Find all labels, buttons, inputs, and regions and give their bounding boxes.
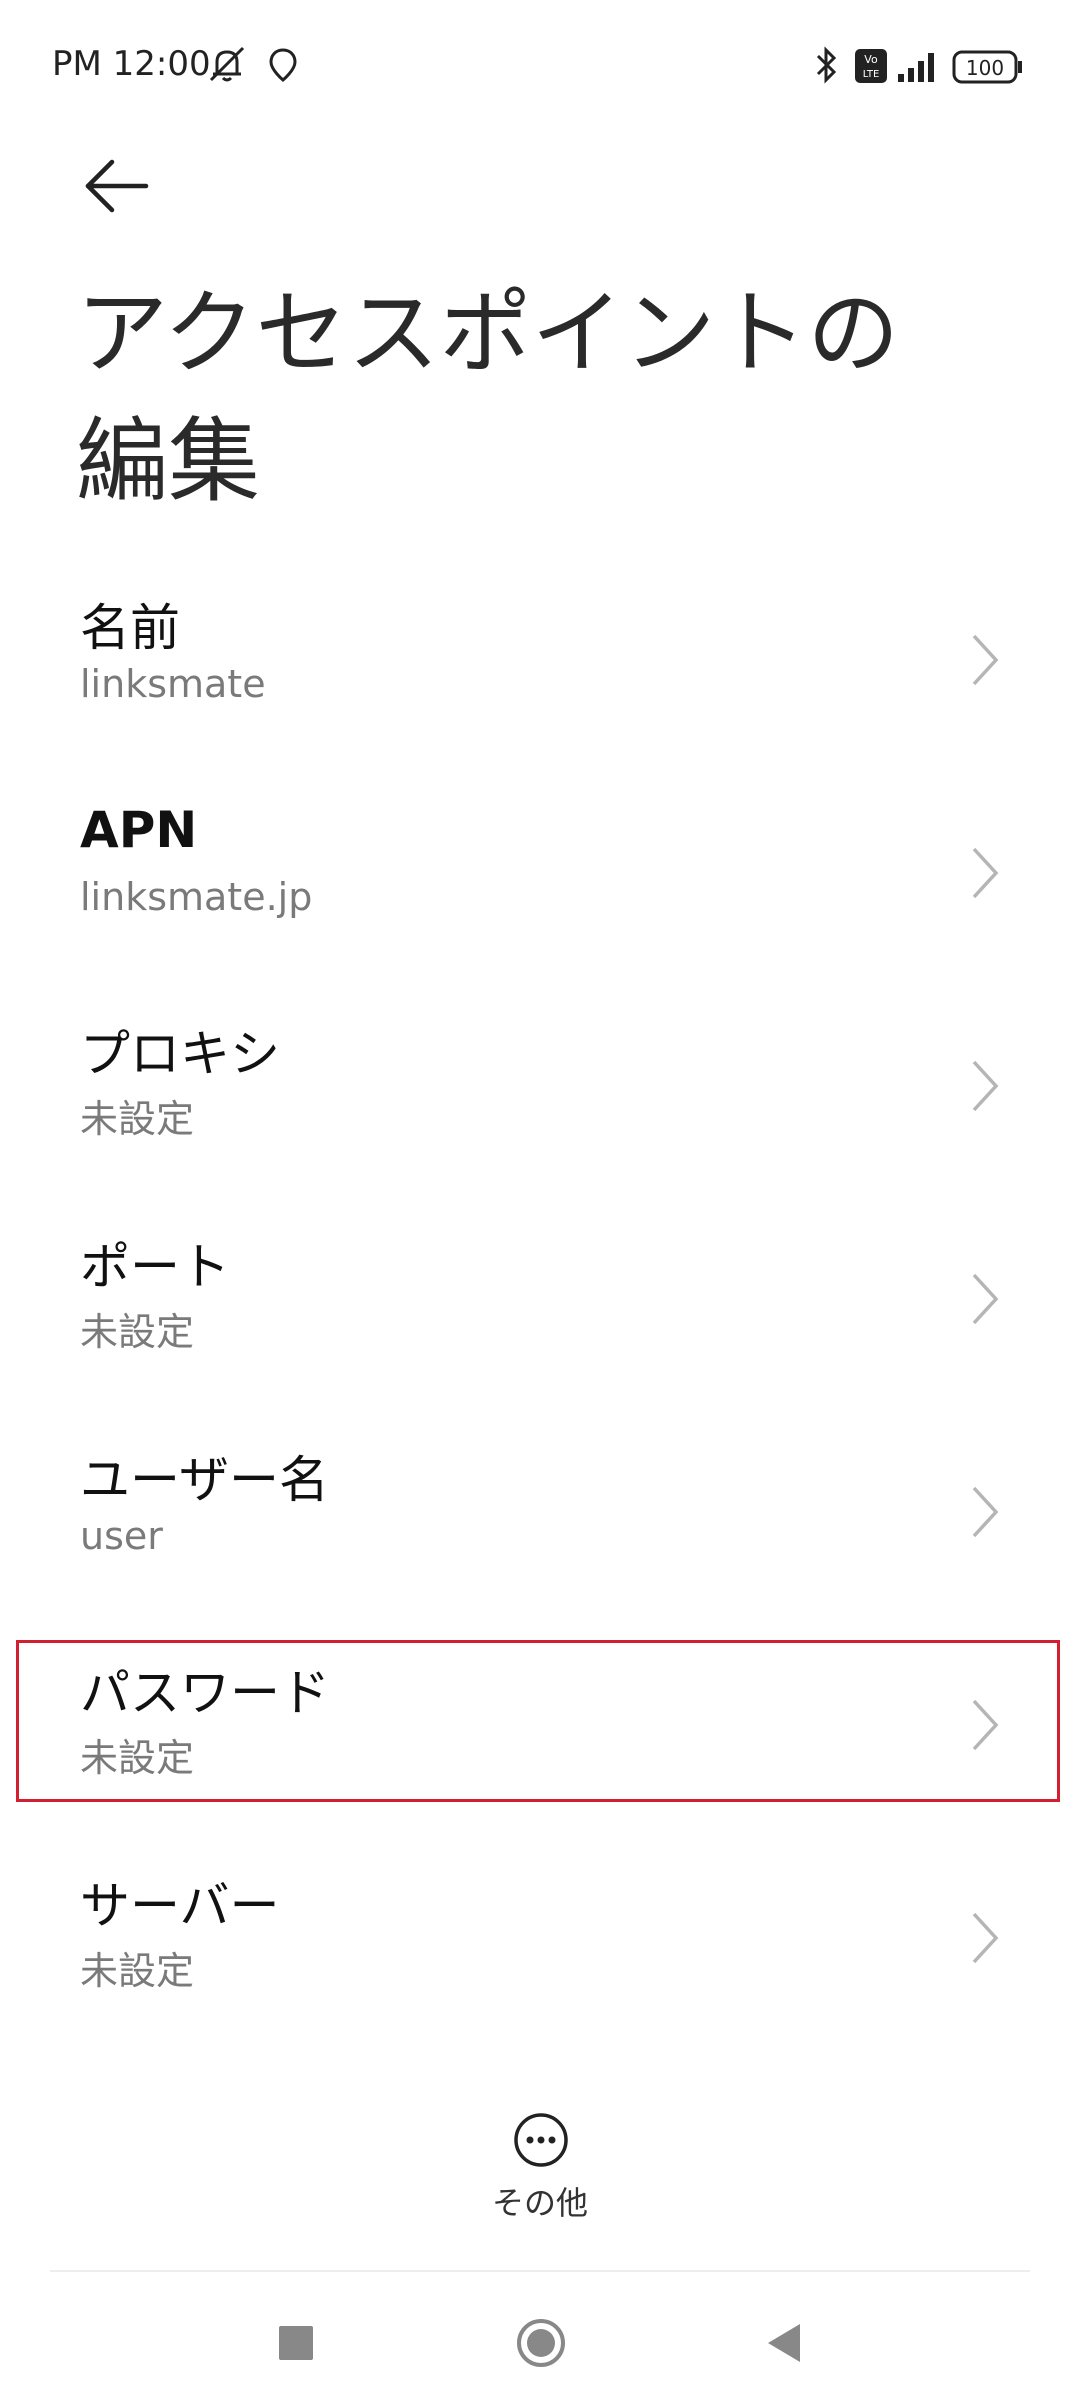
setting-value: user xyxy=(80,1514,163,1558)
volte-top-text: Vo xyxy=(864,53,878,66)
setting-value: linksmate.jp xyxy=(80,875,313,919)
setting-port[interactable]: ポート 未設定 xyxy=(0,1199,1080,1411)
setting-server[interactable]: サーバー 未設定 xyxy=(0,1838,1080,2050)
setting-label: サーバー xyxy=(80,1877,280,1935)
signal-icon xyxy=(898,53,934,82)
more-label: その他 xyxy=(491,2184,588,2222)
location-icon xyxy=(269,48,297,82)
setting-value: 未設定 xyxy=(80,1097,195,1141)
chevron-right-icon xyxy=(972,634,999,686)
battery-level: 100 xyxy=(966,56,1004,80)
volte-icon: Vo LTE xyxy=(855,49,887,83)
setting-name[interactable]: 名前 linksmate xyxy=(0,560,1080,772)
setting-value: 未設定 xyxy=(80,1310,195,1354)
setting-label: ユーザー名 xyxy=(80,1451,329,1509)
home-icon[interactable] xyxy=(516,2318,566,2368)
volte-bottom-text: LTE xyxy=(863,69,880,80)
status-bar: PM 12:00 Vo LTE 100 xyxy=(0,0,1080,130)
setting-value: linksmate xyxy=(80,662,266,706)
setting-apn[interactable]: APN linksmate.jp xyxy=(0,773,1080,985)
chevron-right-icon xyxy=(972,1273,999,1325)
more-icon xyxy=(514,2113,568,2167)
password-highlight-box xyxy=(16,1640,1060,1802)
back-arrow-icon[interactable] xyxy=(82,150,154,222)
setting-label: ポート xyxy=(80,1238,230,1296)
setting-username[interactable]: ユーザー名 user xyxy=(0,1412,1080,1624)
recent-apps-icon[interactable] xyxy=(275,2322,317,2364)
back-icon[interactable] xyxy=(762,2320,804,2366)
more-button[interactable]: その他 xyxy=(0,2112,1080,2232)
chevron-right-icon xyxy=(972,1060,999,1112)
setting-label: APN xyxy=(80,801,198,859)
muted-bell-icon xyxy=(209,46,245,82)
setting-label: プロキシ xyxy=(80,1025,280,1083)
divider xyxy=(50,2270,1030,2272)
chevron-right-icon xyxy=(972,1486,999,1538)
chevron-right-icon xyxy=(972,1912,999,1964)
battery-icon: 100 xyxy=(952,50,1022,84)
page-title: アクセスポイントの編集 xyxy=(76,280,900,515)
bluetooth-icon xyxy=(816,46,837,84)
setting-proxy[interactable]: プロキシ 未設定 xyxy=(0,986,1080,1198)
setting-value: 未設定 xyxy=(80,1949,195,1993)
status-time: PM 12:00 xyxy=(52,44,211,84)
setting-label: 名前 xyxy=(80,599,180,657)
chevron-right-icon xyxy=(972,847,999,899)
navigation-bar xyxy=(0,2290,1080,2400)
